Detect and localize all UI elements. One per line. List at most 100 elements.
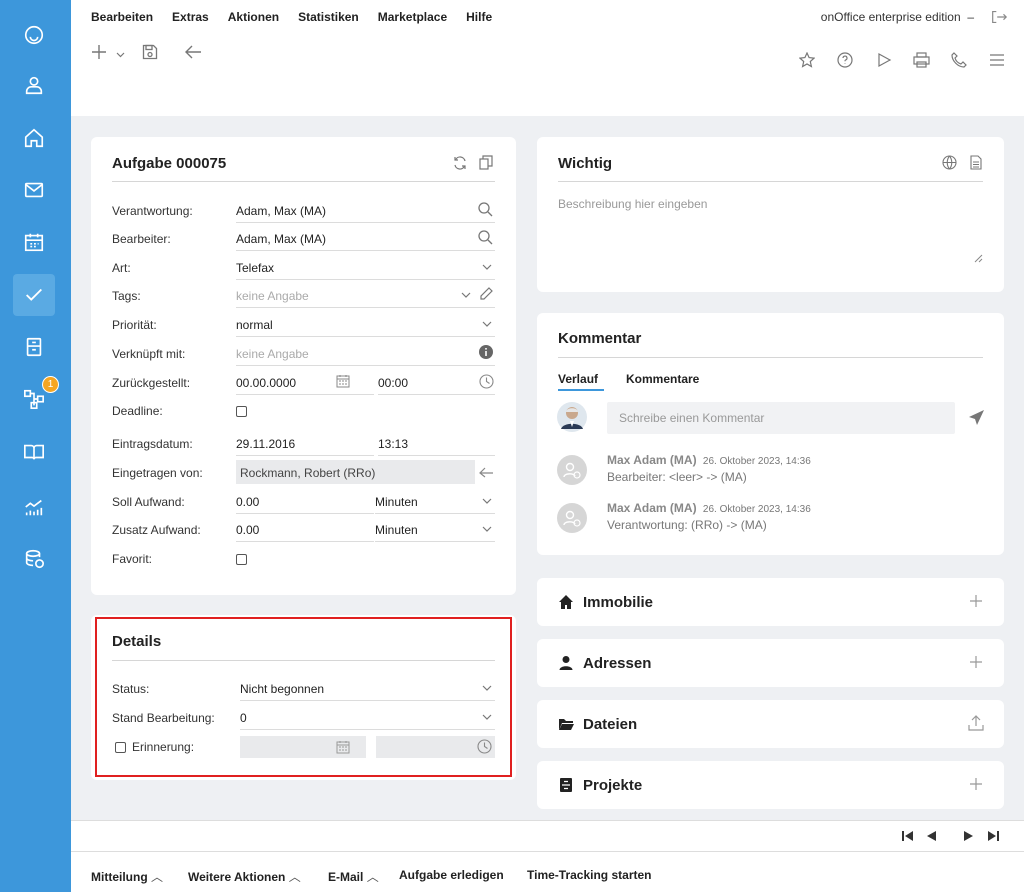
sidebar-item-knowledge[interactable] <box>13 431 55 473</box>
prioritaet-select[interactable]: normal <box>236 318 273 332</box>
history-entry: Max Adam (MA) 26. Oktober 2023, 14:36 Be… <box>607 453 811 484</box>
info-icon[interactable] <box>479 345 493 359</box>
clock-icon[interactable] <box>479 374 494 389</box>
play-icon[interactable] <box>876 52 892 68</box>
mitteilung-button[interactable]: Mitteilung ︿ <box>91 868 163 885</box>
sidebar-item-statistics[interactable] <box>13 486 55 528</box>
accordion-immobilie[interactable]: Immobilie <box>537 578 1004 626</box>
chevron-down-icon[interactable] <box>116 52 125 58</box>
soll-aufwand-input[interactable]: 0.00 <box>236 495 259 509</box>
weitere-aktionen-button[interactable]: Weitere Aktionen ︿ <box>188 868 301 885</box>
sidebar-item-processes[interactable]: 1 <box>13 376 59 420</box>
menu-aktionen[interactable]: Aktionen <box>228 10 279 24</box>
field-prioritaet: Priorität: normal <box>112 311 495 339</box>
chevron-down-icon[interactable] <box>482 498 492 504</box>
tab-kommentare[interactable]: Kommentare <box>626 372 699 386</box>
sidebar-item-archive[interactable] <box>13 326 55 368</box>
zusatz-aufwand-unit[interactable]: Minuten <box>375 523 418 537</box>
print-icon[interactable] <box>913 52 930 68</box>
deadline-checkbox[interactable] <box>236 406 247 417</box>
accordion-dateien[interactable]: Dateien <box>537 700 1004 748</box>
accordion-adressen[interactable]: Adressen <box>537 639 1004 687</box>
document-icon[interactable] <box>970 155 982 170</box>
sidebar-item-calendar[interactable] <box>13 221 55 263</box>
project-icon <box>560 778 572 792</box>
field-bearbeiter: Bearbeiter: Adam, Max (MA) <box>112 225 495 253</box>
record-pager <box>71 820 1024 850</box>
copy-icon[interactable] <box>479 155 493 170</box>
email-button[interactable]: E-Mail ︿ <box>328 868 379 885</box>
edition-label[interactable]: onOffice enterprise edition – <box>821 10 974 24</box>
user-avatar-icon <box>557 503 587 533</box>
sidebar-item-properties[interactable] <box>13 117 55 159</box>
description-textarea[interactable]: Beschreibung hier eingeben <box>558 197 707 211</box>
search-icon[interactable] <box>478 230 493 245</box>
next-record-icon[interactable] <box>964 831 973 841</box>
sidebar-item-addresses[interactable] <box>13 64 55 106</box>
chevron-down-icon[interactable] <box>482 321 492 327</box>
accordion-projekte[interactable]: Projekte <box>537 761 1004 809</box>
archive-icon <box>26 337 42 357</box>
phone-icon[interactable] <box>951 52 967 68</box>
comment-input[interactable]: Schreibe einen Kommentar <box>607 402 955 434</box>
search-icon[interactable] <box>478 202 493 217</box>
sidebar-item-tasks[interactable] <box>13 274 55 316</box>
menu-extras[interactable]: Extras <box>172 10 209 24</box>
eintragsdatum-time: 13:13 <box>378 437 409 451</box>
send-icon[interactable] <box>968 409 985 426</box>
aufgabe-erledigen-button[interactable]: Aufgabe erledigen <box>399 868 504 882</box>
eingetragen-von-value: Rockmann, Robert (RRo) <box>240 466 376 480</box>
bearbeiter-value[interactable]: Adam, Max (MA) <box>236 232 326 246</box>
resize-handle-icon[interactable] <box>974 254 983 263</box>
favorit-checkbox[interactable] <box>236 554 247 565</box>
wichtig-card: Wichtig Beschreibung hier eingeben <box>537 137 1004 292</box>
time-tracking-button[interactable]: Time-Tracking starten <box>527 868 652 882</box>
plus-icon[interactable] <box>968 776 984 792</box>
save-icon[interactable] <box>142 44 158 60</box>
chevron-down-icon[interactable] <box>482 526 492 532</box>
statistics-icon <box>25 499 43 516</box>
calendar-icon[interactable] <box>336 374 350 388</box>
sidebar-item-dashboard[interactable] <box>13 14 55 56</box>
sidebar-item-email[interactable] <box>13 169 55 211</box>
help-icon[interactable] <box>837 52 853 68</box>
home-icon <box>24 128 44 148</box>
last-record-icon[interactable] <box>988 831 999 841</box>
home-icon <box>559 595 573 609</box>
menu-icon[interactable] <box>989 52 1005 68</box>
art-select[interactable]: Telefax <box>236 261 274 275</box>
previous-record-icon[interactable] <box>927 831 936 841</box>
plus-icon[interactable] <box>968 654 984 670</box>
first-record-icon[interactable] <box>902 831 913 841</box>
field-tags: Tags: keine Angabe <box>112 282 495 310</box>
globe-icon[interactable] <box>942 155 957 170</box>
menu-marketplace[interactable]: Marketplace <box>378 10 447 24</box>
star-icon[interactable] <box>799 52 815 68</box>
menu-statistiken[interactable]: Statistiken <box>298 10 359 24</box>
verknuepft-value[interactable]: keine Angabe <box>236 347 309 361</box>
user-avatar-icon <box>557 455 587 485</box>
upload-icon[interactable] <box>968 715 984 731</box>
menu-bearbeiten[interactable]: Bearbeiten <box>91 10 153 24</box>
return-arrow-icon[interactable] <box>479 466 494 478</box>
plus-icon[interactable] <box>968 593 984 609</box>
refresh-icon[interactable] <box>453 156 467 170</box>
verantwortung-value[interactable]: Adam, Max (MA) <box>236 204 326 218</box>
pencil-icon[interactable] <box>479 286 494 301</box>
zusatz-aufwand-input[interactable]: 0.00 <box>236 523 259 537</box>
avatar <box>557 402 587 432</box>
tab-verlauf[interactable]: Verlauf <box>558 372 598 386</box>
soll-aufwand-unit[interactable]: Minuten <box>375 495 418 509</box>
sidebar: 1 <box>0 0 71 892</box>
kommentar-title: Kommentar <box>558 330 642 347</box>
zurueckgestellt-time[interactable]: 00:00 <box>378 376 408 390</box>
back-arrow-icon[interactable] <box>184 44 202 60</box>
plus-icon[interactable] <box>91 44 107 60</box>
chevron-down-icon[interactable] <box>461 292 471 298</box>
logout-icon[interactable] <box>990 9 1008 25</box>
tags-select[interactable]: keine Angabe <box>236 289 309 303</box>
zurueckgestellt-date[interactable]: 00.00.0000 <box>236 376 296 390</box>
sidebar-item-database[interactable] <box>13 538 55 580</box>
chevron-down-icon[interactable] <box>482 264 492 270</box>
menu-hilfe[interactable]: Hilfe <box>466 10 492 24</box>
